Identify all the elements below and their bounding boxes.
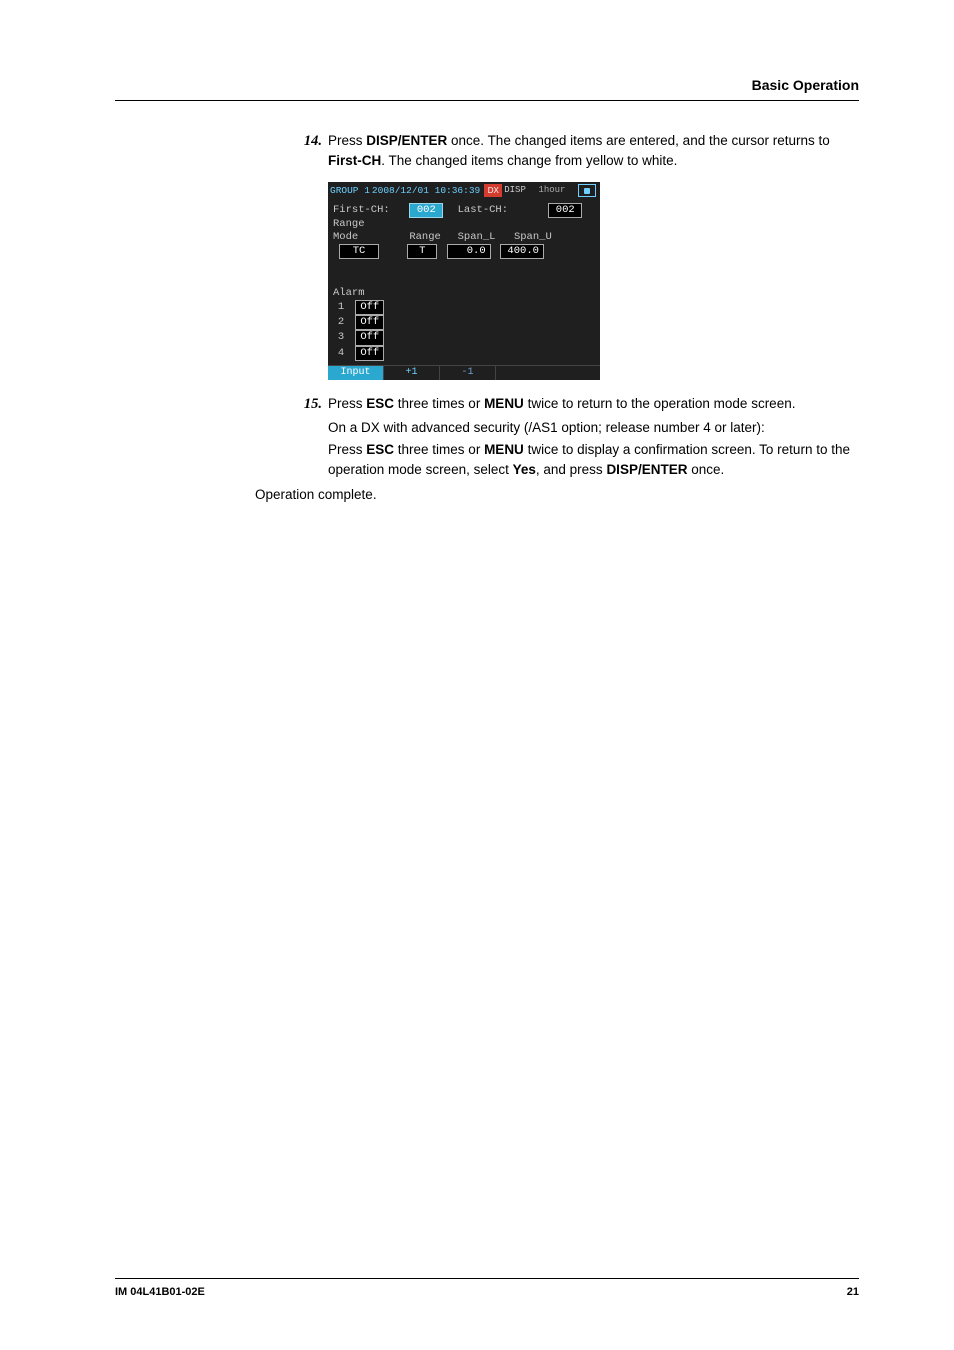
step-text: Press ESC three times or MENU twice to r… <box>328 394 859 416</box>
footer: IM 04L41B01-02E 21 <box>115 1278 859 1301</box>
content-block: 14. Press DISP/ENTER once. The changed i… <box>115 131 859 505</box>
datetime: 2008/12/01 10:36:39 <box>372 185 480 197</box>
range-hdr: Range <box>409 231 451 244</box>
softkey-bar: Input +1 -1 <box>328 365 600 381</box>
yes-ref: Yes <box>513 462 536 477</box>
alarm-row-1: 1 Off <box>333 300 595 315</box>
alarm-section: Alarm <box>333 287 595 300</box>
alarm-row-3: 3 Off <box>333 330 595 345</box>
t: . The changed items change from yellow t… <box>381 153 677 168</box>
val-row: TC T 0.0 400.0 <box>333 244 595 259</box>
alarm-idx: 3 <box>333 331 349 344</box>
alarm-val[interactable]: Off <box>355 346 384 361</box>
step-14: 14. Press DISP/ENTER once. The changed i… <box>300 131 859 172</box>
t: twice to return to the operation mode sc… <box>524 396 796 411</box>
step-number: 14. <box>300 131 328 172</box>
operation-complete: Operation complete. <box>255 483 859 505</box>
softkey-minus[interactable]: -1 <box>440 366 496 381</box>
t: Press <box>328 396 366 411</box>
spanu-hdr: Span_U <box>514 231 560 244</box>
kbd-esc: ESC <box>366 442 394 457</box>
first-ch-ref: First-CH <box>328 153 381 168</box>
step-number: 15. <box>300 394 328 416</box>
spanu-value[interactable]: 400.0 <box>500 244 544 259</box>
alarm-idx: 2 <box>333 316 349 329</box>
doc-number: IM 04L41B01-02E <box>115 1284 205 1301</box>
record-dot-icon <box>584 188 590 194</box>
page: Basic Operation 14. Press DISP/ENTER onc… <box>0 0 954 1350</box>
step-15: 15. Press ESC three times or MENU twice … <box>300 394 859 416</box>
header-rule: Basic Operation <box>115 75 859 101</box>
last-ch-label: Last-CH: <box>458 204 518 217</box>
record-icon <box>578 184 596 197</box>
t: once. <box>687 462 724 477</box>
step-15-note: On a DX with advanced security (/AS1 opt… <box>300 418 859 438</box>
disp-label: DISP <box>504 185 526 196</box>
softkey-plus[interactable]: +1 <box>384 366 440 381</box>
alarm-row-2: 2 Off <box>333 315 595 330</box>
device-screenshot: GROUP 1 2008/12/01 10:36:39 DX DISP 1hou… <box>328 182 859 381</box>
range-value[interactable]: T <box>407 244 437 259</box>
t: , and press <box>536 462 607 477</box>
last-ch-value[interactable]: 002 <box>548 203 582 218</box>
section-title: Basic Operation <box>115 75 859 96</box>
device-screen: GROUP 1 2008/12/01 10:36:39 DX DISP 1hou… <box>328 182 600 381</box>
t: Press <box>328 442 366 457</box>
t: three times or <box>394 442 484 457</box>
alarm-idx: 4 <box>333 347 349 360</box>
spanl-hdr: Span_L <box>458 231 508 244</box>
softkey-input[interactable]: Input <box>328 366 384 381</box>
kbd-disp-enter: DISP/ENTER <box>366 133 447 148</box>
spanl-value[interactable]: 0.0 <box>447 244 491 259</box>
scale-label: 1hour <box>526 185 578 196</box>
page-number: 21 <box>847 1284 859 1301</box>
step-text: Press DISP/ENTER once. The changed items… <box>328 131 859 172</box>
mode-value[interactable]: TC <box>339 244 379 259</box>
range-section: Range <box>333 218 595 231</box>
device-titlebar: GROUP 1 2008/12/01 10:36:39 DX DISP 1hou… <box>328 182 600 200</box>
ch-row: First-CH: 002 Last-CH: 002 <box>333 203 595 218</box>
first-ch-label: First-CH: <box>333 204 403 217</box>
mode-hdr: Mode <box>333 231 403 244</box>
kbd-menu: MENU <box>484 442 524 457</box>
t: Press <box>328 133 366 148</box>
device-icon: DX <box>484 184 502 197</box>
alarm-val[interactable]: Off <box>355 330 384 345</box>
alarm-idx: 1 <box>333 301 349 314</box>
first-ch-value[interactable]: 002 <box>409 203 443 218</box>
t: three times or <box>394 396 484 411</box>
t: once. The changed items are entered, and… <box>447 133 829 148</box>
alarm-val[interactable]: Off <box>355 300 384 315</box>
alarm-val[interactable]: Off <box>355 315 384 330</box>
screen-body: First-CH: 002 Last-CH: 002 Range Mode Ra… <box>328 200 600 361</box>
hdr-row: Mode Range Span_L Span_U <box>333 231 595 244</box>
group-label: GROUP 1 <box>330 185 370 197</box>
kbd-esc: ESC <box>366 396 394 411</box>
kbd-menu: MENU <box>484 396 524 411</box>
kbd-disp-enter: DISP/ENTER <box>606 462 687 477</box>
alarm-row-4: 4 Off <box>333 346 595 361</box>
step-15-alt: Press ESC three times or MENU twice to d… <box>300 440 859 481</box>
